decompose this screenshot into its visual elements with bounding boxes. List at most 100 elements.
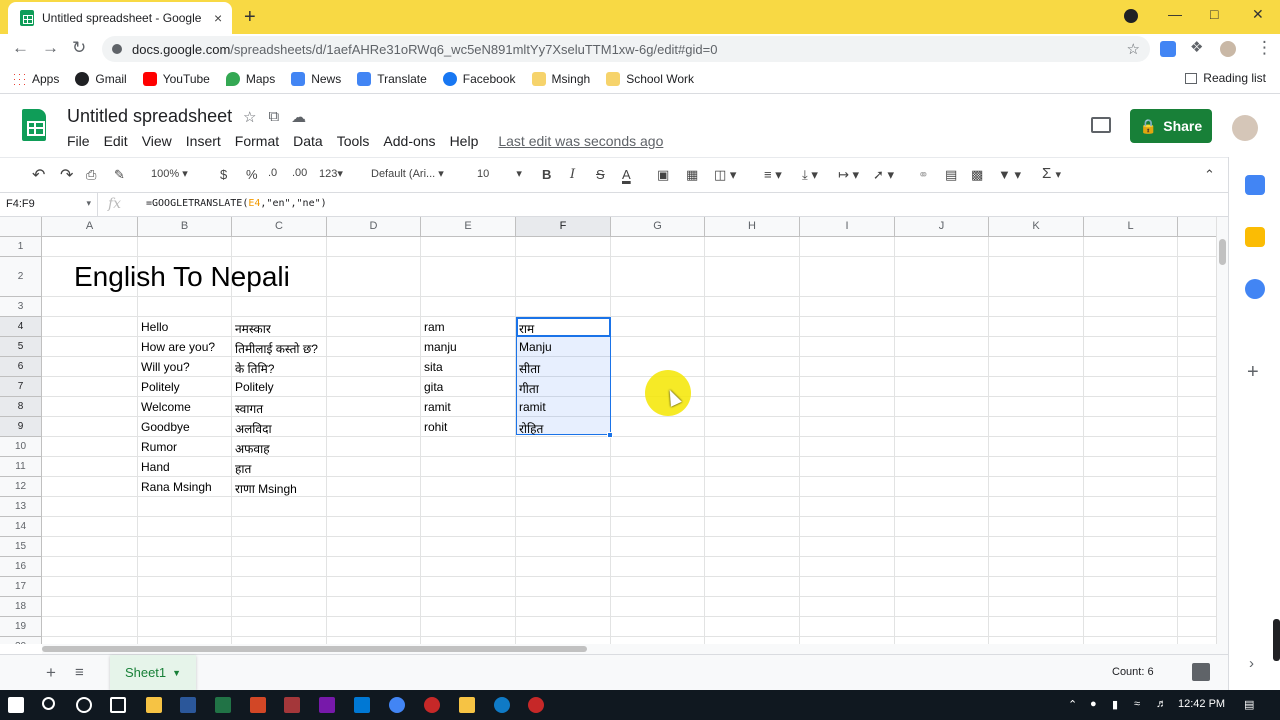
row-header-1[interactable]: 1	[0, 237, 42, 257]
cell-f4[interactable]: राम	[516, 320, 534, 337]
get-addons-icon[interactable]: +	[1247, 361, 1259, 384]
strikethrough-button[interactable]: S	[596, 167, 605, 182]
bookmark-maps[interactable]: Maps	[225, 71, 275, 86]
more-formats-select[interactable]: 123▾	[319, 167, 343, 180]
row-header-13[interactable]: 13	[0, 497, 42, 517]
cell-f6[interactable]: सीता	[516, 360, 540, 377]
edge-icon[interactable]	[494, 697, 510, 713]
cloud-status-icon[interactable]: ☁	[291, 108, 306, 126]
wifi-icon[interactable]: ≈	[1134, 698, 1140, 710]
fill-color-icon[interactable]: ▣	[657, 167, 669, 183]
all-sheets-button[interactable]: ≡	[75, 664, 84, 681]
row-header-2[interactable]: 2	[0, 257, 42, 297]
cell-c12[interactable]: राणा Msingh	[232, 480, 297, 497]
cell-c4[interactable]: नमस्कार	[232, 320, 271, 337]
menu-help[interactable]: Help	[450, 133, 479, 149]
profile-avatar-icon[interactable]	[1220, 41, 1236, 57]
task-view-icon[interactable]	[110, 697, 126, 713]
cell-b5[interactable]: How are you?	[138, 340, 215, 354]
redo-icon[interactable]: ↷	[60, 165, 73, 185]
row-header-4[interactable]: 4	[0, 317, 42, 337]
select-all-corner[interactable]	[0, 217, 42, 237]
microphone-icon[interactable]: ●	[1090, 698, 1097, 710]
menu-tools[interactable]: Tools	[337, 133, 370, 149]
reading-list-button[interactable]: Reading list	[1185, 71, 1266, 85]
text-rotation-icon[interactable]: ➚ ▾	[873, 167, 894, 183]
excel-icon[interactable]	[215, 697, 231, 713]
tasks-icon[interactable]	[1245, 279, 1265, 299]
sheet-title-cell[interactable]: English To Nepali	[74, 261, 290, 293]
currency-button[interactable]: $	[220, 167, 227, 182]
comment-history-icon[interactable]	[1091, 117, 1111, 133]
insert-comment-icon[interactable]: ▤	[945, 167, 957, 183]
cell-e5[interactable]: manju	[421, 340, 457, 354]
file-explorer-icon[interactable]	[146, 697, 162, 713]
cell-b6[interactable]: Will you?	[138, 360, 190, 374]
merge-cells-icon[interactable]: ◫ ▾	[714, 167, 736, 183]
cell-c9[interactable]: अलविदा	[232, 420, 272, 437]
percent-button[interactable]: %	[246, 167, 258, 182]
menu-edit[interactable]: Edit	[104, 133, 128, 149]
tab-close-icon[interactable]: ×	[214, 10, 222, 26]
word-icon[interactable]	[180, 697, 196, 713]
font-family-select[interactable]: Default (Ari... ▾	[371, 167, 444, 180]
bookmark-facebook[interactable]: Facebook	[442, 71, 516, 86]
row-header-12[interactable]: 12	[0, 477, 42, 497]
spreadsheet-grid[interactable]: A B C D E F G H I J K L 1 2 3 4 5 6 7 8 …	[0, 217, 1216, 644]
explore-icon[interactable]	[1192, 663, 1210, 681]
menu-data[interactable]: Data	[293, 133, 323, 149]
menu-addons[interactable]: Add-ons	[383, 133, 435, 149]
functions-button[interactable]: Σ ▾	[1042, 165, 1061, 182]
column-header-d[interactable]: D	[327, 217, 421, 237]
back-icon[interactable]: ←	[12, 38, 29, 58]
bookmark-star-icon[interactable]: ☆	[1127, 40, 1140, 58]
sheets-logo-icon[interactable]	[22, 109, 46, 141]
font-size-select[interactable]: 10 ▾	[477, 167, 522, 180]
move-folder-icon[interactable]: ⧉	[268, 108, 279, 126]
translate-extension-icon[interactable]	[1160, 41, 1176, 57]
cell-f7[interactable]: गीता	[516, 380, 539, 397]
add-sheet-button[interactable]: +	[46, 663, 56, 683]
row-header-16[interactable]: 16	[0, 557, 42, 577]
bookmark-news[interactable]: News	[291, 71, 341, 86]
cell-c5[interactable]: तिमीलाई कस्तो छ?	[232, 340, 318, 357]
cell-b9[interactable]: Goodbye	[138, 420, 190, 434]
formula-input[interactable]: =GOOGLETRANSLATE(E4,"en","ne")	[146, 198, 327, 209]
cell-c6[interactable]: के तिमि?	[232, 360, 274, 377]
cell-e8[interactable]: ramit	[421, 400, 451, 414]
column-header-e[interactable]: E	[421, 217, 516, 237]
insert-chart-icon[interactable]: ▩	[971, 167, 983, 183]
text-wrapping-icon[interactable]: ↦ ▾	[838, 167, 859, 183]
cell-b7[interactable]: Politely	[138, 380, 180, 394]
decrease-decimal-button[interactable]: .0	[268, 167, 277, 179]
column-header-a[interactable]: A	[42, 217, 138, 237]
cell-b8[interactable]: Welcome	[138, 400, 191, 414]
cell-c10[interactable]: अफवाह	[232, 440, 270, 457]
tray-chevron-icon[interactable]: ⌃	[1068, 698, 1077, 711]
column-header-h[interactable]: H	[705, 217, 800, 237]
row-header-9[interactable]: 9	[0, 417, 42, 437]
horizontal-align-icon[interactable]: ≡ ▾	[764, 167, 782, 183]
row-header-18[interactable]: 18	[0, 597, 42, 617]
cell-f5[interactable]: Manju	[516, 340, 552, 354]
paint-format-icon[interactable]: ✎	[114, 167, 125, 183]
zoom-select[interactable]: 100% ▾	[151, 167, 188, 180]
camera-app-icon[interactable]	[528, 697, 544, 713]
document-title[interactable]: Untitled spreadsheet	[67, 106, 232, 127]
column-header-j[interactable]: J	[895, 217, 989, 237]
cell-e4[interactable]: ram	[421, 320, 445, 334]
row-header-20[interactable]: 20	[0, 637, 42, 644]
cell-b4[interactable]: Hello	[138, 320, 168, 334]
sheet-tab-sheet1[interactable]: Sheet1 ▼	[110, 655, 196, 690]
row-header-5[interactable]: 5	[0, 337, 42, 357]
close-window-icon[interactable]: ✕	[1252, 6, 1264, 23]
search-icon[interactable]	[42, 697, 55, 710]
column-header-m[interactable]	[1178, 217, 1216, 237]
column-header-c[interactable]: C	[232, 217, 327, 237]
vertical-align-icon[interactable]: ⤓ ▾	[802, 167, 818, 183]
row-header-11[interactable]: 11	[0, 457, 42, 477]
folder-icon[interactable]	[459, 697, 475, 713]
cell-b12[interactable]: Rana Msingh	[138, 480, 212, 494]
minimize-icon[interactable]: —	[1168, 6, 1182, 22]
filter-icon[interactable]: ▼ ▾	[998, 167, 1021, 183]
